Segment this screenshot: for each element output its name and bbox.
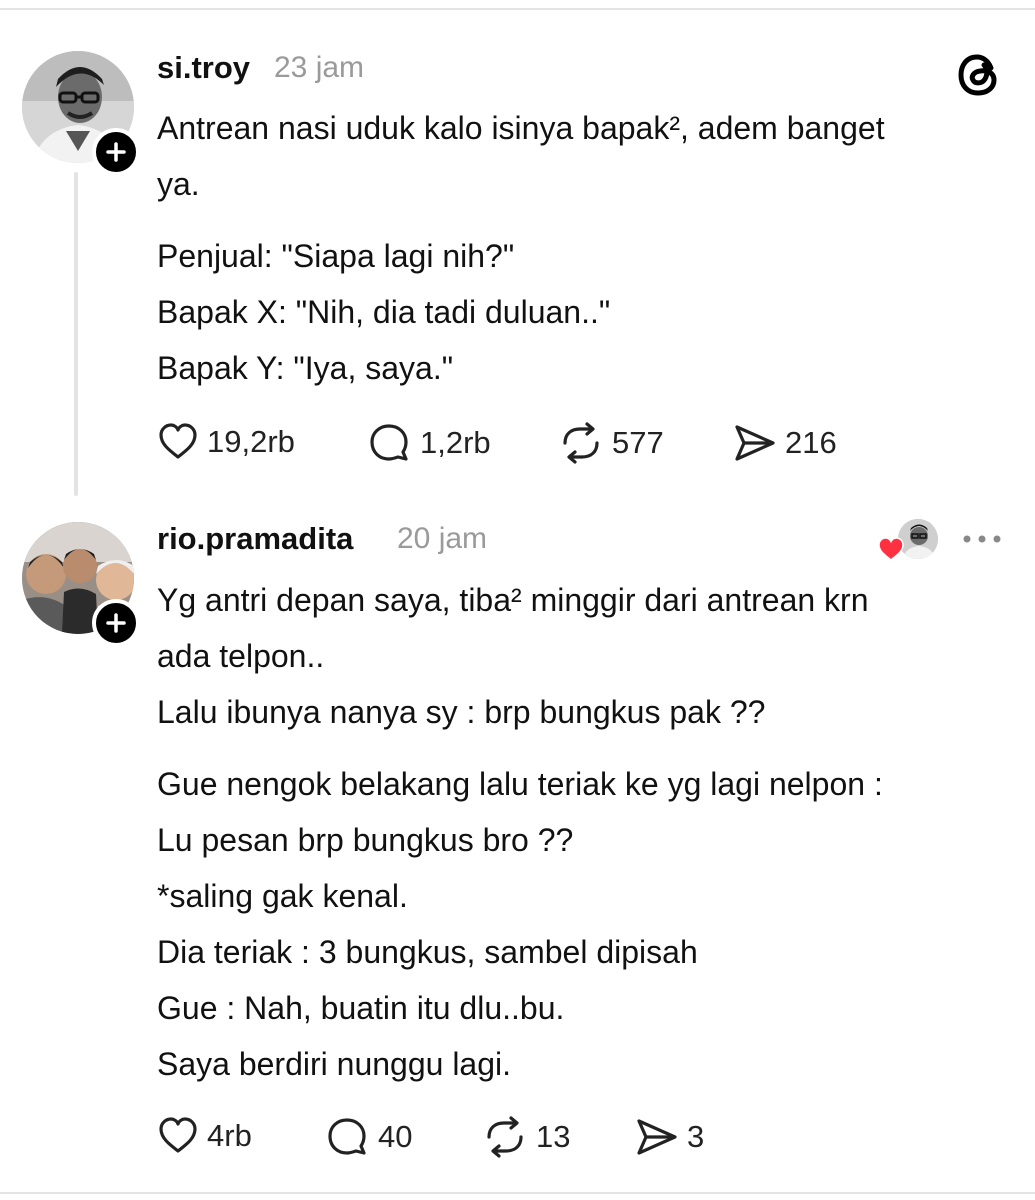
post-body-line: Dia teriak : 3 bungkus, sambel dipisah <box>157 934 698 970</box>
repost-icon <box>487 1116 523 1158</box>
top-divider <box>0 8 1035 10</box>
reply-count: 40 <box>378 1119 413 1154</box>
share-icon <box>735 425 775 461</box>
post-body-line: Lu pesan brp bungkus bro ?? <box>157 822 574 858</box>
liked-by-author-avatar[interactable] <box>898 519 938 559</box>
post-body-line: Bapak X: "Nih, dia tadi duluan.." <box>157 294 611 330</box>
post-body-line: Penjual: "Siapa lagi nih?" <box>157 238 515 274</box>
comment-icon <box>370 424 408 461</box>
post-timestamp: 23 jam <box>274 51 365 84</box>
post-username[interactable]: si.troy <box>157 50 250 86</box>
post-body-line: ada telpon.. <box>157 638 325 674</box>
heart-icon <box>159 423 197 459</box>
post-body: Yg antri depan saya, tiba² minggir dari … <box>157 572 883 1092</box>
comment-icon <box>328 1118 366 1155</box>
post-body-line: Saya berdiri nunggu lagi. <box>157 1046 512 1082</box>
more-icon[interactable] <box>960 527 1004 551</box>
plus-icon <box>106 142 126 162</box>
share-button[interactable]: 3 <box>635 1115 704 1159</box>
post-body-line: Antrean nasi uduk kalo isinya bapak², ad… <box>157 110 885 146</box>
post-body-line: Yg antri depan saya, tiba² minggir dari … <box>157 582 869 618</box>
plus-icon <box>106 613 126 633</box>
post-body-line: Lalu ibunya nanya sy : brp bungkus pak ?… <box>157 694 766 730</box>
post-timestamp: 20 jam <box>397 522 488 555</box>
post-username[interactable]: rio.pramadita <box>157 521 353 557</box>
post-body-line: Gue nengok belakang lalu teriak ke yg la… <box>157 766 883 802</box>
reply-button[interactable]: 1,2rb <box>368 421 491 465</box>
like-count: 4rb <box>207 1118 252 1153</box>
liked-heart-icon <box>878 537 904 561</box>
repost-button[interactable]: 13 <box>482 1115 570 1159</box>
post-body: Antrean nasi uduk kalo isinya bapak², ad… <box>157 100 885 396</box>
follow-button[interactable] <box>92 128 140 176</box>
repost-button[interactable]: 577 <box>558 421 664 465</box>
post-body-line: Gue : Nah, buatin itu dlu..bu. <box>157 990 565 1026</box>
reply-count: 1,2rb <box>420 425 491 460</box>
threads-logo-icon <box>958 54 997 96</box>
post-body-line: ya. <box>157 166 200 202</box>
post-body-line: Bapak Y: "Iya, saya." <box>157 350 454 386</box>
reply-button[interactable]: 40 <box>326 1115 412 1159</box>
follow-button[interactable] <box>92 599 140 647</box>
bottom-divider <box>0 1192 1035 1194</box>
repost-count: 577 <box>612 425 664 460</box>
repost-count: 13 <box>536 1119 571 1154</box>
share-count: 3 <box>687 1119 705 1154</box>
like-button[interactable]: 19,2rb <box>157 421 295 463</box>
share-button[interactable]: 216 <box>733 421 837 465</box>
heart-icon <box>159 1117 197 1153</box>
share-icon <box>637 1119 677 1155</box>
like-count: 19,2rb <box>207 424 295 459</box>
share-count: 216 <box>785 425 837 460</box>
repost-icon <box>563 422 599 464</box>
post-body-line: *saling gak kenal. <box>157 878 408 914</box>
thread-connector-line <box>74 172 78 496</box>
like-button[interactable]: 4rb <box>157 1115 252 1157</box>
